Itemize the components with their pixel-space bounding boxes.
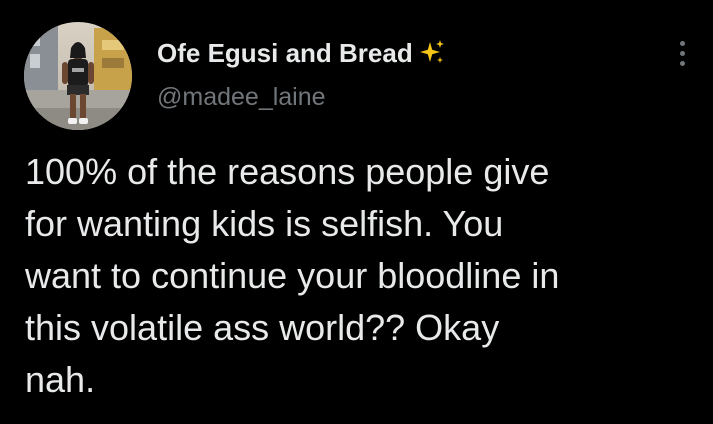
author-name-row[interactable]: Ofe Egusi and Bread (157, 36, 447, 70)
avatar[interactable] (24, 22, 132, 130)
avatar-photo (24, 22, 132, 130)
tweet-text-line: 100% of the reasons people give (25, 151, 550, 192)
tweet-text-line: for wanting kids is selfish. You (25, 203, 504, 244)
more-options-icon[interactable] (668, 36, 696, 70)
more-options-dot (679, 40, 685, 46)
tweet-text-line: nah. (25, 359, 96, 400)
more-options-dot (679, 50, 685, 56)
more-options-dot (679, 60, 685, 66)
display-name[interactable]: Ofe Egusi and Bread (157, 38, 413, 69)
sparkles-icon (417, 38, 447, 68)
tweet-text-line: want to continue your bloodline in (25, 255, 560, 296)
author-handle[interactable]: @madee_laine (157, 83, 326, 112)
tweet-card: Ofe Egusi and Bread @madee_laine 100% of… (0, 0, 713, 424)
tweet-text-line: this volatile ass world?? Okay (25, 307, 500, 348)
tweet-text: 100% of the reasons people give for want… (25, 146, 705, 406)
